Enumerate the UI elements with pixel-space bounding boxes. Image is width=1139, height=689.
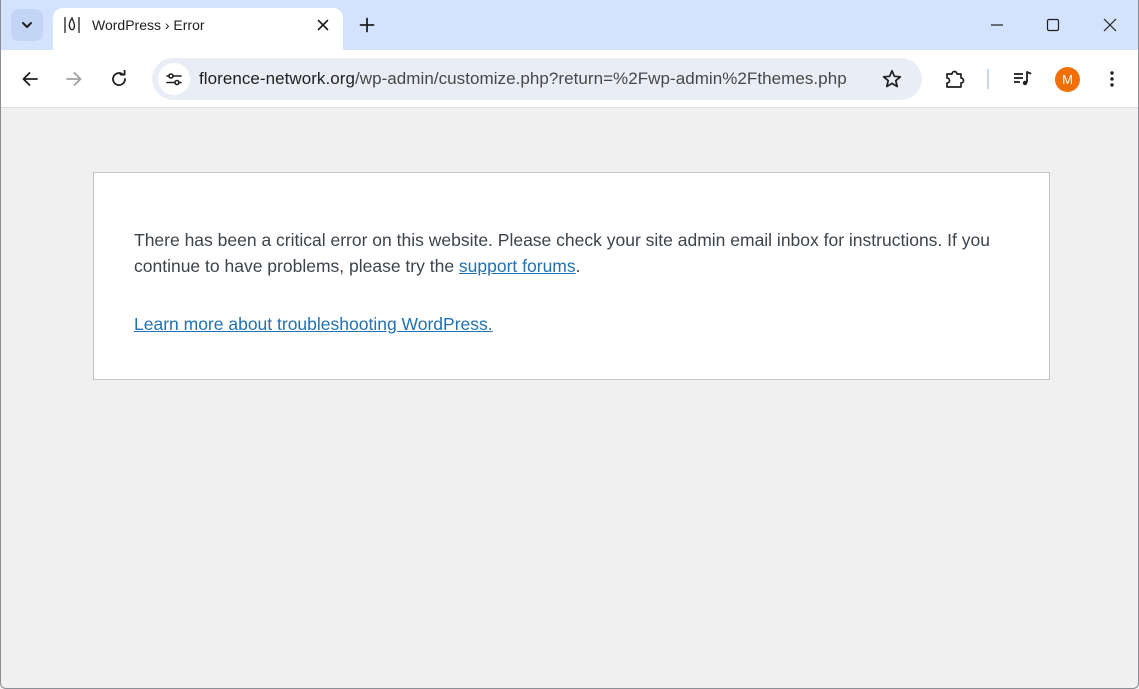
profile-avatar[interactable]: M — [1055, 67, 1080, 92]
puzzle-icon — [946, 70, 965, 88]
url-host: florence-network.org — [199, 69, 355, 88]
media-controls-button[interactable] — [1008, 65, 1036, 93]
reload-icon — [112, 70, 126, 86]
site-info-button[interactable] — [158, 63, 190, 95]
tune-icon — [166, 73, 182, 86]
forward-button[interactable] — [60, 65, 88, 93]
error-message-end: . — [575, 256, 581, 276]
error-panel: There has been a critical error on this … — [93, 172, 1050, 380]
browser-menu-button[interactable] — [1098, 65, 1126, 93]
tab-strip: WordPress › Error — [1, 0, 1138, 50]
tab-active[interactable]: WordPress › Error — [53, 8, 343, 50]
address-bar[interactable]: florence-network.org/wp-admin/customize.… — [152, 58, 922, 100]
reload-button[interactable] — [105, 65, 133, 93]
arrow-left-icon — [22, 72, 38, 86]
close-window-button[interactable] — [1097, 12, 1123, 38]
url-text[interactable]: florence-network.org/wp-admin/customize.… — [199, 69, 847, 89]
new-tab-button[interactable] — [355, 13, 379, 37]
url-path: /wp-admin/customize.php?return=%2Fwp-adm… — [354, 69, 847, 88]
chevron-down-icon — [22, 22, 32, 28]
browser-toolbar: florence-network.org/wp-admin/customize.… — [1, 50, 1138, 108]
toolbar-separator — [987, 69, 989, 89]
tab-title: WordPress › Error — [92, 17, 205, 33]
tab-close-button[interactable] — [314, 16, 332, 34]
more-vert-icon — [1110, 71, 1114, 87]
plus-icon — [359, 17, 375, 33]
minimize-icon — [991, 24, 1003, 26]
close-icon — [317, 19, 329, 31]
minimize-button[interactable] — [984, 12, 1010, 38]
wordpress-error-icon — [64, 16, 80, 33]
close-icon — [1103, 18, 1117, 32]
learn-more-link[interactable]: Learn more about troubleshooting WordPre… — [134, 311, 493, 337]
tab-search-button[interactable] — [11, 9, 43, 41]
maximize-icon — [1046, 18, 1060, 32]
support-forums-link[interactable]: support forums — [459, 256, 576, 276]
bookmark-button[interactable] — [880, 67, 904, 91]
maximize-button[interactable] — [1040, 12, 1066, 38]
media-queue-icon — [1014, 71, 1032, 86]
star-icon — [882, 69, 902, 88]
back-button[interactable] — [16, 65, 44, 93]
browser-window: WordPress › Error florence-network.org/w… — [0, 0, 1139, 689]
arrow-right-icon — [66, 72, 82, 86]
extensions-button[interactable] — [941, 65, 969, 93]
error-message: There has been a critical error on this … — [134, 227, 1014, 279]
